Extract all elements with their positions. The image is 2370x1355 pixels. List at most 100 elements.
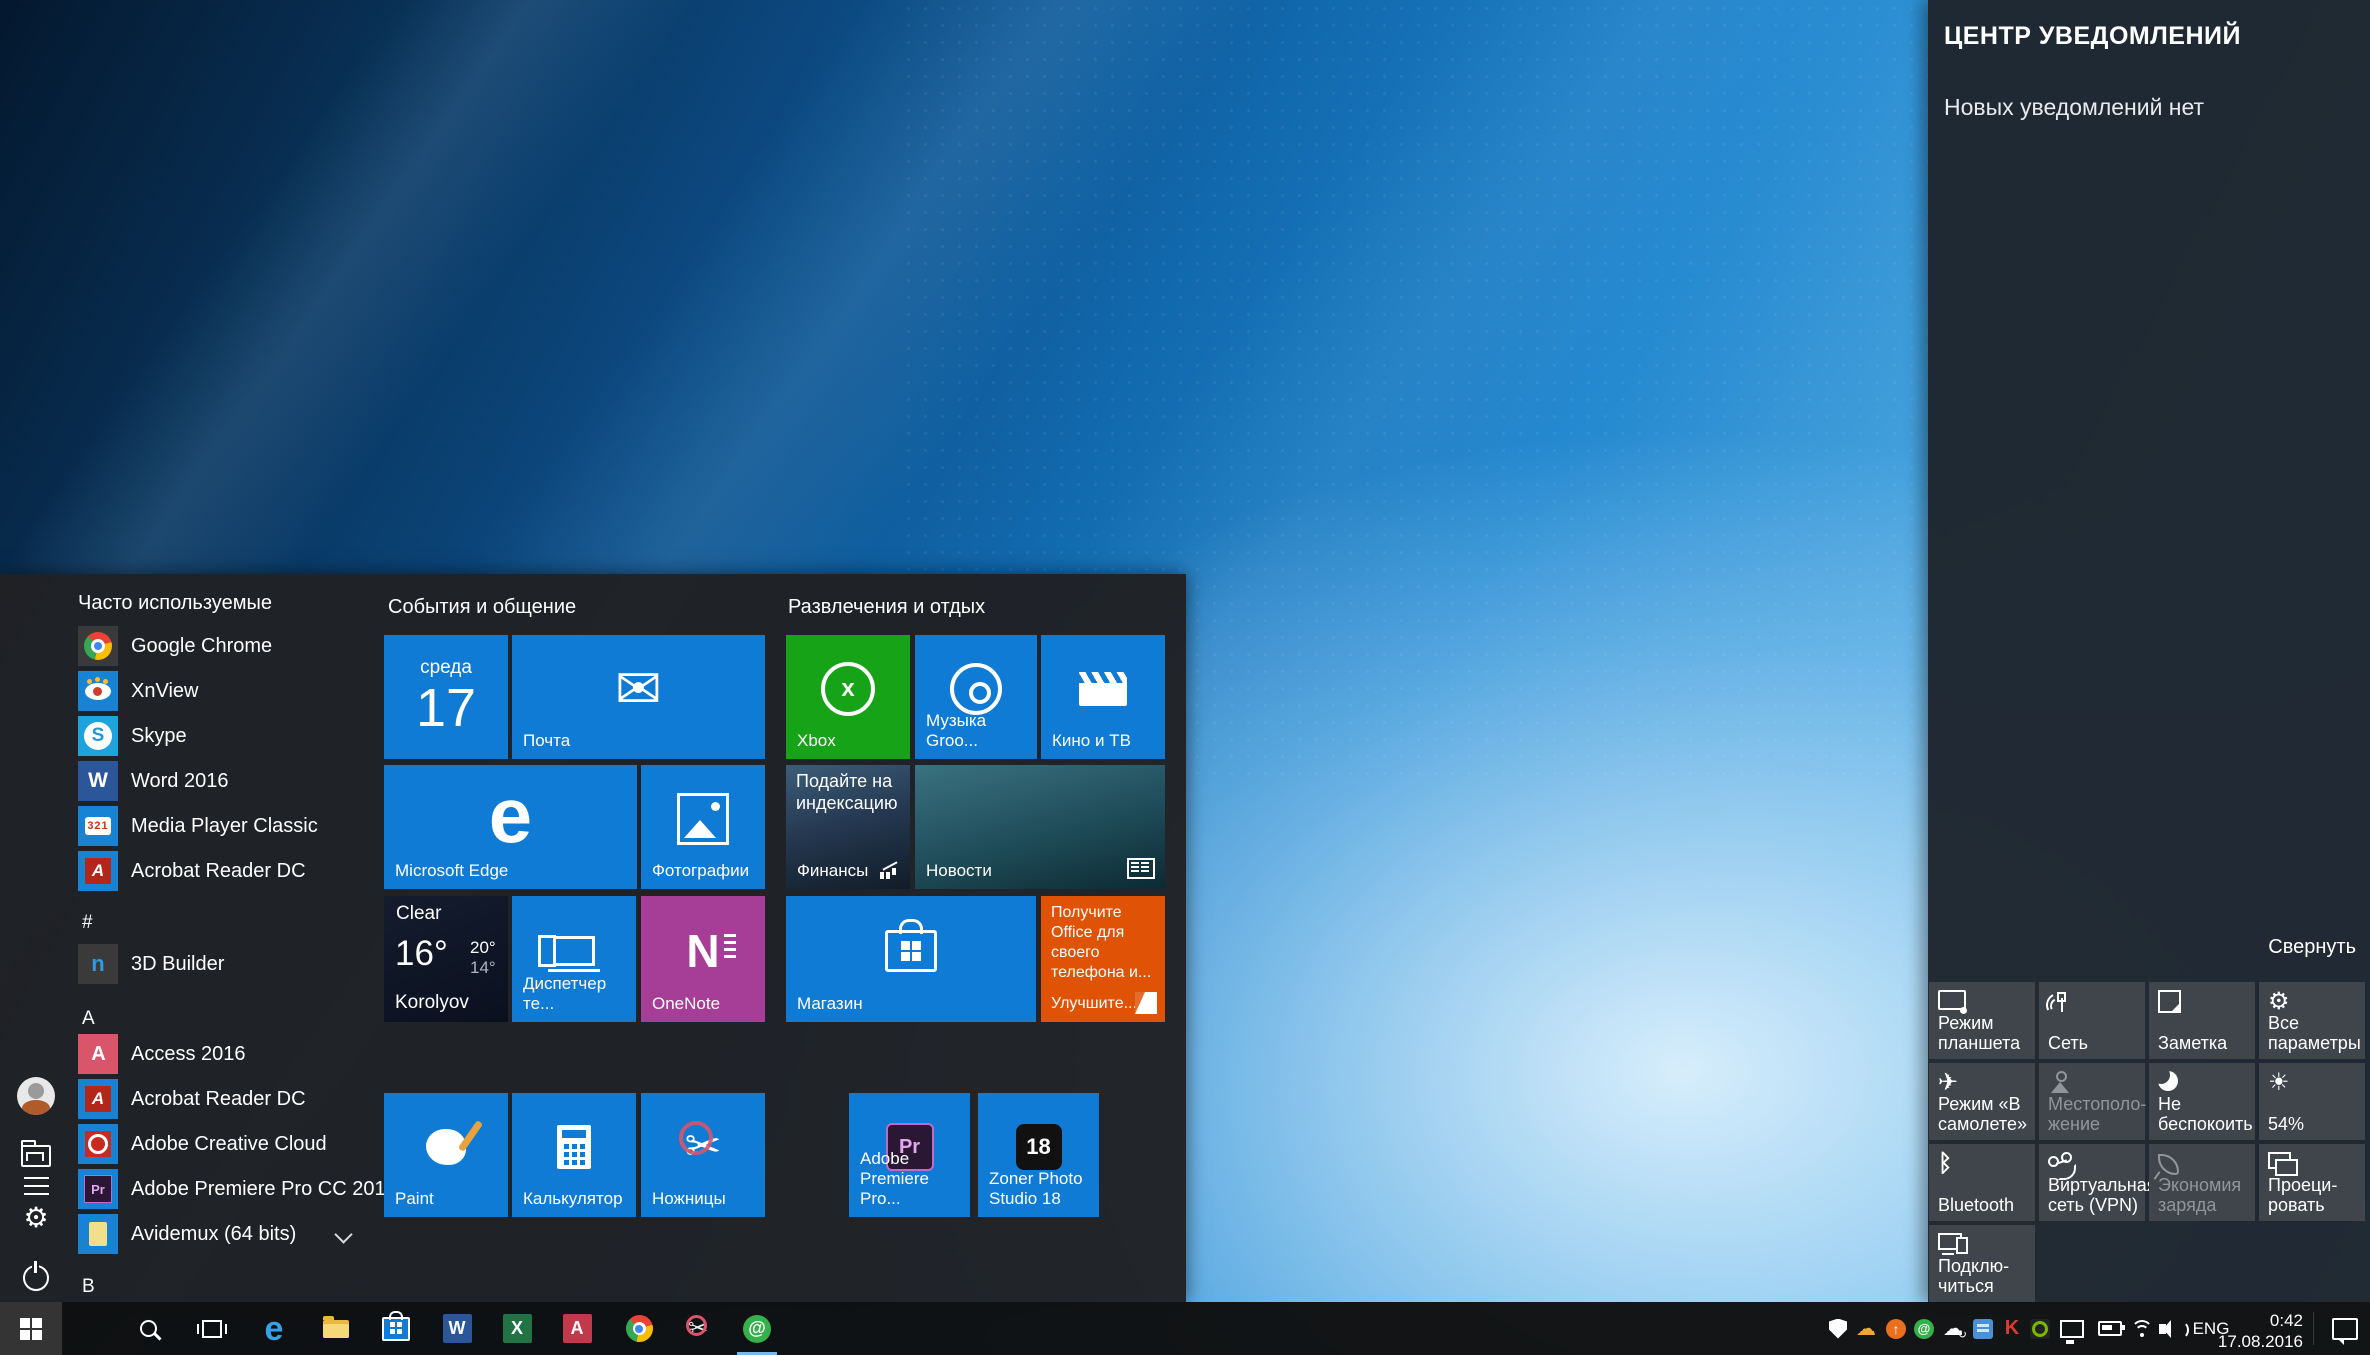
taskbar-agent[interactable]: @ (726, 1302, 788, 1355)
taskbar-snipping-tool[interactable]: ✂ (667, 1302, 729, 1355)
app-label: XnView (131, 680, 198, 703)
tray-battery[interactable] (2095, 1302, 2125, 1355)
acrobat-reader-icon: A (78, 851, 118, 891)
finance-headline: Подайте на индексацию (796, 771, 910, 814)
app-row-google-chrome[interactable]: Google Chrome (78, 626, 364, 666)
task-view-button[interactable] (181, 1302, 243, 1355)
start-menu-panel: ⚙ Часто используемые Google Chrome XnVie… (0, 574, 1186, 1302)
skype-icon: S (78, 716, 118, 756)
qa-battery-saver[interactable]: Экономия заряда (2149, 1144, 2255, 1221)
no-notifications-message: Новых уведомлений нет (1944, 94, 2204, 121)
weather-condition: Clear (396, 903, 441, 925)
qa-note[interactable]: Заметка (2149, 982, 2255, 1059)
tray-nvidia[interactable] (2025, 1302, 2055, 1355)
taskbar-edge[interactable]: e (243, 1302, 305, 1355)
qa-airplane-mode[interactable]: ✈ Режим «В самолете» (1929, 1063, 2035, 1140)
qa-tablet-mode[interactable]: Режим планшета (1929, 982, 2035, 1059)
tile-movies-tv[interactable]: Кино и ТВ (1041, 635, 1165, 759)
tray-agent[interactable]: @ (1909, 1302, 1939, 1355)
app-row-xnview[interactable]: XnView (78, 671, 364, 711)
desktop: ⚙ Часто используемые Google Chrome XnVie… (0, 0, 2370, 1355)
tile-zoner[interactable]: 18 Zoner Photo Studio 18 (978, 1093, 1099, 1217)
tile-premiere[interactable]: Pr Adobe Premiere Pro... (849, 1093, 970, 1217)
note-icon (2158, 990, 2181, 1013)
tile-store[interactable]: Магазин (786, 896, 1036, 1022)
qa-bluetooth[interactable]: ᛒ Bluetooth (1929, 1144, 2035, 1221)
user-avatar (17, 1077, 55, 1115)
qa-connect[interactable]: Подклю-читься (1929, 1225, 2035, 1302)
tile-group-2-header[interactable]: Развлечения и отдых (788, 596, 985, 619)
collapse-link[interactable]: Свернуть (2268, 936, 2356, 959)
qa-brightness[interactable]: ☀ 54% (2259, 1063, 2365, 1140)
qa-project[interactable]: Проеци-ровать (2259, 1144, 2365, 1221)
taskbar-store[interactable] (365, 1302, 427, 1355)
tile-finance[interactable]: Подайте на индексацию Финансы (786, 765, 910, 889)
tile-mail[interactable]: ✉ Почта (512, 635, 765, 759)
tile-calendar[interactable]: среда 17 (384, 635, 508, 759)
app-row-premiere[interactable]: Pr Adobe Premiere Pro CC 2015.3 (78, 1169, 364, 1209)
settings-rail-button[interactable]: ⚙ (14, 1196, 58, 1240)
qa-location[interactable]: Местополо-жение (2039, 1063, 2145, 1140)
finance-chart-icon (880, 863, 902, 879)
search-icon (140, 1320, 157, 1337)
taskbar-access[interactable]: A (546, 1302, 608, 1355)
app-row-avidemux[interactable]: Avidemux (64 bits) (78, 1214, 364, 1254)
tile-snipping-tool[interactable]: ✂ Ножницы (641, 1093, 765, 1217)
file-explorer-rail-button[interactable] (14, 1134, 58, 1178)
user-account-button[interactable] (14, 1074, 58, 1118)
clock-time: 0:42 (2218, 1310, 2303, 1331)
section-letter-hash[interactable]: # (82, 912, 93, 934)
tile-xbox[interactable]: x Xbox (786, 635, 910, 759)
app-row-mpc[interactable]: 321 Media Player Classic (78, 806, 364, 846)
taskbar-clock[interactable]: 0:42 17.08.2016 (2218, 1310, 2303, 1353)
app-row-skype[interactable]: S Skype (78, 716, 364, 756)
tray-update[interactable]: ↑ (1881, 1302, 1911, 1355)
tile-onenote[interactable]: N OneNote (641, 896, 765, 1022)
blue-app-icon (1973, 1319, 1993, 1339)
qa-network[interactable]: Сеть (2039, 982, 2145, 1059)
action-center-button[interactable] (2330, 1302, 2360, 1355)
section-letter-b[interactable]: B (82, 1276, 95, 1298)
tile-photos[interactable]: Фотографии (641, 765, 765, 889)
tray-defender[interactable] (1823, 1302, 1853, 1355)
search-button[interactable] (117, 1302, 179, 1355)
tray-display[interactable] (2057, 1302, 2087, 1355)
tile-groove-music[interactable]: Музыка Groo... (915, 635, 1037, 759)
taskbar-word[interactable]: W (426, 1302, 488, 1355)
qa-vpn[interactable]: Виртуальная сеть (VPN) (2039, 1144, 2145, 1221)
app-row-word[interactable]: W Word 2016 (78, 761, 364, 801)
tile-phone-companion[interactable]: Диспетчер те... (512, 896, 636, 1022)
app-row-3d-builder[interactable]: n 3D Builder (78, 944, 364, 984)
tray-onedrive-sync[interactable]: ☁ (1938, 1302, 1968, 1355)
tray-weather-cloud[interactable]: ☁ (1851, 1302, 1881, 1355)
app-label: Avidemux (64 bits) (131, 1223, 296, 1246)
tile-weather[interactable]: Clear 16° 20° 14° Korolyov (384, 896, 508, 1022)
app-row-access[interactable]: A Access 2016 (78, 1034, 364, 1074)
tile-paint[interactable]: Paint (384, 1093, 508, 1217)
app-row-adobe-cc[interactable]: Adobe Creative Cloud (78, 1124, 364, 1164)
app-label: Access 2016 (131, 1043, 246, 1066)
tile-group-1-header[interactable]: События и общение (388, 596, 576, 619)
taskbar-chrome[interactable] (608, 1302, 670, 1355)
tray-kaspersky[interactable]: K (1997, 1302, 2027, 1355)
app-label: Word 2016 (131, 770, 228, 793)
adobe-cc-icon (78, 1124, 118, 1164)
taskbar-file-explorer[interactable] (305, 1302, 367, 1355)
taskbar-excel[interactable]: X (486, 1302, 548, 1355)
tray-app[interactable] (1968, 1302, 1998, 1355)
tile-news[interactable]: Новости (915, 765, 1165, 889)
chevron-down-icon[interactable] (334, 1225, 352, 1243)
qa-all-settings[interactable]: ⚙ Все параметры (2259, 982, 2365, 1059)
tray-volume[interactable] (2152, 1302, 2182, 1355)
app-row-acrobat-2[interactable]: A Acrobat Reader DC (78, 1079, 364, 1119)
app-row-acrobat[interactable]: A Acrobat Reader DC (78, 851, 364, 891)
qa-quiet-hours[interactable]: Не беспокоить (2149, 1063, 2255, 1140)
tile-get-office[interactable]: Получите Office для своего телефона и...… (1041, 896, 1165, 1022)
app-label: Adobe Premiere Pro CC 2015.3 (131, 1178, 413, 1201)
news-icon (1127, 858, 1155, 879)
power-button[interactable] (14, 1256, 58, 1300)
tile-edge[interactable]: e Microsoft Edge (384, 765, 637, 889)
tile-calculator[interactable]: Калькулятор (512, 1093, 636, 1217)
section-letter-a[interactable]: A (82, 1008, 95, 1030)
start-button[interactable] (0, 1302, 62, 1355)
